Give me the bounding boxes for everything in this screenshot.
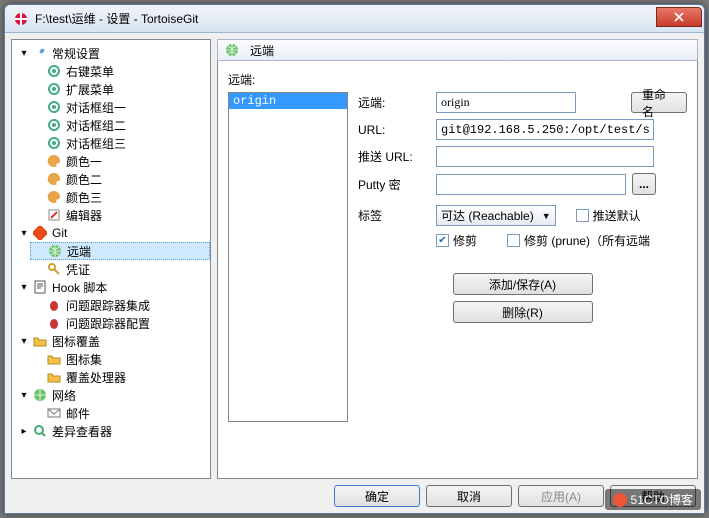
gear-icon [46, 135, 62, 151]
palette-icon [46, 153, 62, 169]
mail-icon [46, 405, 62, 421]
tree-pane[interactable]: ▾ 常规设置 右键菜单 扩展菜单 对话框组一 对话框组二 对话框组三 颜色一 [11, 39, 211, 479]
collapse-icon[interactable]: ▾ [18, 335, 30, 347]
folder-icon [46, 369, 62, 385]
tree-node-issue-cfg[interactable]: 问题跟踪器配置 [30, 314, 210, 332]
remote-name-input[interactable] [436, 92, 576, 113]
chevron-down-icon: ▼ [542, 211, 551, 221]
tree-node-remote[interactable]: 远端 [30, 242, 210, 260]
folder-icon [32, 333, 48, 349]
palette-icon [46, 171, 62, 187]
palette-icon [46, 189, 62, 205]
client-area: ▾ 常规设置 右键菜单 扩展菜单 对话框组一 对话框组二 对话框组三 颜色一 [5, 33, 704, 513]
right-pane: 远端 远端: origin 远端: 重命名 [217, 39, 698, 479]
tree-node-mail[interactable]: 邮件 [30, 404, 210, 422]
gear-icon [46, 81, 62, 97]
settings-tree[interactable]: ▾ 常规设置 右键菜单 扩展菜单 对话框组一 对话框组二 对话框组三 颜色一 [12, 44, 210, 440]
bug-icon [46, 315, 62, 331]
expand-icon[interactable]: ▸ [18, 425, 30, 437]
tree-node-dlg1[interactable]: 对话框组一 [30, 98, 210, 116]
putty-key-input[interactable] [436, 174, 626, 195]
tree-node-cred[interactable]: 凭证 [30, 260, 210, 278]
checkbox-checked-icon [436, 234, 449, 247]
tree-node-context[interactable]: 右键菜单 [30, 62, 210, 80]
tree-node-git[interactable]: ▾ Git [16, 224, 210, 242]
push-default-checkbox[interactable]: 推送默认 [576, 207, 641, 224]
search-icon [32, 423, 48, 439]
remote-name-label: 远端: [358, 94, 430, 111]
tree-node-network[interactable]: ▾ 网络 [16, 386, 210, 404]
list-item[interactable]: origin [229, 93, 347, 109]
section-body: 远端: origin 远端: 重命名 [217, 61, 698, 479]
wrench-icon [32, 45, 48, 61]
avatar-icon [613, 493, 627, 507]
tree-node-color3[interactable]: 颜色三 [30, 188, 210, 206]
globe-icon [224, 42, 240, 58]
url-input[interactable] [436, 119, 654, 140]
tree-label: 常规设置 [52, 45, 100, 62]
tree-node-diff[interactable]: ▸ 差异查看器 [16, 422, 210, 440]
app-icon [13, 11, 29, 27]
git-icon [32, 225, 48, 241]
remote-list-label: 远端: [228, 71, 687, 88]
checkbox-icon [576, 209, 589, 222]
edit-icon [46, 207, 62, 223]
browse-button[interactable]: ... [632, 173, 656, 195]
cancel-button[interactable]: 取消 [426, 485, 512, 507]
folder-icon [46, 351, 62, 367]
section-title: 远端 [250, 42, 274, 59]
close-button[interactable] [656, 7, 702, 27]
tree-node-overlay[interactable]: ▾ 图标覆盖 [16, 332, 210, 350]
bug-icon [46, 297, 62, 313]
tree-node-dlg3[interactable]: 对话框组三 [30, 134, 210, 152]
gear-icon [46, 99, 62, 115]
title-bar[interactable]: F:\test\运维 - 设置 - TortoiseGit [5, 5, 704, 33]
section-header: 远端 [217, 39, 698, 61]
key-icon [46, 261, 62, 277]
tree-node-issue-int[interactable]: 问题跟踪器集成 [30, 296, 210, 314]
remote-listbox[interactable]: origin [228, 92, 348, 422]
gear-icon [46, 63, 62, 79]
watermark: 51CTO博客 [605, 489, 701, 510]
gear-icon [46, 117, 62, 133]
globe-icon [32, 387, 48, 403]
tag-dropdown[interactable]: 可达 (Reachable) ▼ [436, 205, 556, 226]
collapse-icon[interactable]: ▾ [18, 389, 30, 401]
main-split: ▾ 常规设置 右键菜单 扩展菜单 对话框组一 对话框组二 对话框组三 颜色一 [11, 39, 698, 479]
push-url-input[interactable] [436, 146, 654, 167]
tree-node-color2[interactable]: 颜色二 [30, 170, 210, 188]
globe-icon [47, 243, 63, 259]
rename-button[interactable]: 重命名 [631, 92, 687, 113]
checkbox-icon [507, 234, 520, 247]
putty-label: Putty 密 [358, 176, 430, 193]
ok-button[interactable]: 确定 [334, 485, 420, 507]
tag-label: 标签 [358, 207, 430, 224]
apply-button[interactable]: 应用(A) [518, 485, 604, 507]
script-icon [32, 279, 48, 295]
collapse-icon[interactable]: ▾ [18, 227, 30, 239]
dialog-footer: 确定 取消 应用(A) 帮助 [11, 479, 698, 507]
tree-node-editor[interactable]: 编辑器 [30, 206, 210, 224]
tree-node-dlg2[interactable]: 对话框组二 [30, 116, 210, 134]
tree-node-general[interactable]: ▾ 常规设置 [16, 44, 210, 62]
tree-node-hook[interactable]: ▾ Hook 脚本 [16, 278, 210, 296]
tree-node-iconset[interactable]: 图标集 [30, 350, 210, 368]
tree-node-handler[interactable]: 覆盖处理器 [30, 368, 210, 386]
delete-button[interactable]: 删除(R) [453, 301, 593, 323]
remote-form: 远端: 重命名 URL: 推送 URL: [358, 92, 687, 422]
tree-node-ext[interactable]: 扩展菜单 [30, 80, 210, 98]
prune-all-checkbox[interactable]: 修剪 (prune)（所有远端 [507, 232, 650, 249]
collapse-icon[interactable]: ▾ [18, 281, 30, 293]
url-label: URL: [358, 123, 430, 137]
add-save-button[interactable]: 添加/保存(A) [453, 273, 593, 295]
push-url-label: 推送 URL: [358, 148, 430, 165]
window-title: F:\test\运维 - 设置 - TortoiseGit [35, 10, 656, 27]
collapse-icon[interactable]: ▾ [18, 47, 30, 59]
prune-checkbox[interactable]: 修剪 [436, 232, 477, 249]
tree-node-color1[interactable]: 颜色一 [30, 152, 210, 170]
settings-window: F:\test\运维 - 设置 - TortoiseGit ▾ 常规设置 [4, 4, 705, 514]
